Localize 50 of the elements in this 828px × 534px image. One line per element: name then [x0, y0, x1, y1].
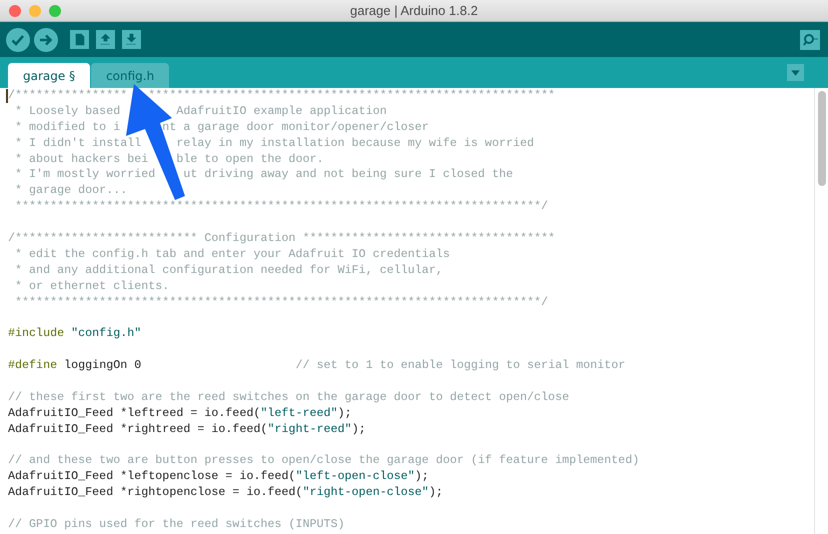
window-title: garage | Arduino 1.8.2 — [350, 3, 478, 18]
code-token: AdafruitIO_Feed *rightreed = io.feed( — [8, 422, 268, 436]
close-icon[interactable] — [9, 4, 21, 16]
code-token: * or ethernet clients. — [14, 278, 170, 293]
zoom-icon[interactable] — [49, 4, 61, 16]
code-token: ***************************************************************************/ — [14, 199, 548, 214]
code-token: ); — [352, 422, 366, 436]
code-token: "left-reed" — [260, 406, 338, 420]
code-token: ble to open the door. — [175, 152, 324, 166]
new-file-icon[interactable] — [70, 30, 89, 49]
file-tab[interactable]: garage § — [8, 63, 90, 88]
code-token: "left-open-close" — [296, 469, 415, 484]
code-token: ***************************************************************************/ — [14, 294, 548, 309]
code-token: "config.h" — [71, 326, 142, 340]
code-token: * garage door... — [14, 183, 128, 198]
code-token: ); — [414, 469, 429, 484]
code-token: * and any additional configuration needed for WiFi, cellular, — [14, 262, 443, 277]
code-token: // set to 1 to enable logging to serial monitor — [296, 358, 626, 372]
code-token: * modified to i — [14, 120, 120, 134]
code-token: AdafruitIO_Feed *rightopenclose = io.feed( — [8, 485, 303, 500]
code-token: AdafruitIO example application — [175, 104, 387, 118]
code-token: AdafruitIO_Feed *leftreed = io.feed( — [8, 406, 260, 420]
text-cursor — [6, 89, 8, 103]
code-token: "right-open-close" — [302, 485, 429, 500]
code-token: // GPIO pins used for the reed switches (INPUTS) — [8, 517, 345, 532]
code-token: ut driving away and not being sure I closed the — [182, 167, 513, 182]
code-token: * I'm mostly worried — [14, 167, 156, 182]
code-token: // these first two are the reed switches on the garage door to detect open/close — [8, 390, 570, 404]
code-token: AdafruitIO_Feed *leftopenclose = io.feed( — [8, 469, 296, 484]
code-token: nt a garage door monitor/opener/closer — [161, 120, 429, 134]
code-token: * about hackers bei — [14, 152, 148, 166]
code-token: ); — [338, 406, 352, 420]
code-token: * Loosely based — [14, 104, 120, 118]
code-token: #include — [8, 326, 66, 340]
code-token: relay in my installation because my wife is worried — [175, 136, 534, 150]
serial-monitor-icon[interactable] — [800, 30, 820, 50]
verify-icon[interactable] — [6, 28, 30, 52]
code-token: /************************** Configuration ************************************ — [8, 231, 556, 246]
code-token: /**************** — [8, 88, 128, 102]
scrollbar-thumb[interactable] — [818, 91, 826, 186]
code-token: * edit the config.h tab and enter your Adafruit IO credentials — [14, 246, 450, 261]
code-token: loggingOn 0 — [63, 358, 142, 372]
code-token: "right-reed" — [268, 422, 352, 436]
code-token: * I didn't install — [14, 136, 142, 150]
dropdown-icon[interactable] — [787, 64, 804, 81]
code-token: #define — [8, 358, 58, 372]
code-token: ********************************************************** — [147, 88, 556, 102]
code-token: ); — [428, 485, 443, 500]
scrollbar[interactable] — [814, 88, 828, 534]
code-token: // and these two are button presses to open/close the garage door (if feature implemented) — [8, 453, 640, 468]
